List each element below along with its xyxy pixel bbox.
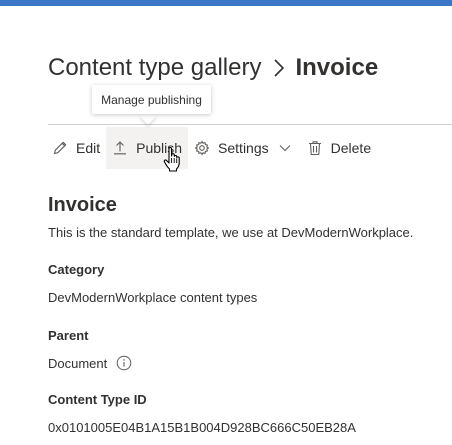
info-icon[interactable]	[116, 355, 132, 371]
command-bar: Edit Publish Settings Delete	[48, 127, 377, 169]
manage-publishing-tooltip: Manage publishing	[92, 85, 211, 114]
edit-label: Edit	[76, 140, 101, 156]
parent-value-text: Document	[48, 355, 108, 371]
hand-cursor-icon	[163, 146, 183, 177]
breadcrumb-parent-link[interactable]: Content type gallery	[48, 54, 261, 82]
content-type-id-value: 0x0101005E04B1A15B1B004D928BC666C50EB28A	[48, 420, 356, 435]
category-value: DevModernWorkplace content types	[48, 290, 257, 305]
delete-button[interactable]: Delete	[301, 127, 377, 169]
content-type-title: Invoice	[48, 194, 117, 216]
chevron-right-icon	[273, 58, 285, 78]
settings-button[interactable]: Settings	[188, 127, 297, 169]
suite-header-bar	[0, 0, 452, 6]
category-label: Category	[48, 262, 105, 277]
trash-icon	[307, 140, 323, 156]
breadcrumb-current: Invoice	[295, 54, 379, 81]
header-divider	[48, 124, 452, 125]
edit-button[interactable]: Edit	[46, 127, 106, 169]
upload-icon	[112, 140, 128, 156]
content-type-description: This is the standard template, we use at…	[48, 225, 414, 240]
chevron-down-icon	[279, 144, 291, 152]
parent-value: Document	[48, 355, 132, 371]
content-type-id-text: 0x0101005E04B1A15B1B004D928BC666C50EB28A	[48, 420, 356, 435]
tooltip-text: Manage publishing	[101, 92, 202, 107]
settings-label: Settings	[218, 140, 269, 156]
delete-label: Delete	[330, 140, 372, 156]
content-type-id-label: Content Type ID	[48, 392, 147, 407]
category-value-text: DevModernWorkplace content types	[48, 290, 258, 305]
breadcrumb: Content type gallery Invoice	[48, 52, 378, 84]
pencil-icon	[52, 140, 68, 156]
parent-label: Parent	[48, 328, 89, 343]
gear-icon	[194, 140, 210, 156]
